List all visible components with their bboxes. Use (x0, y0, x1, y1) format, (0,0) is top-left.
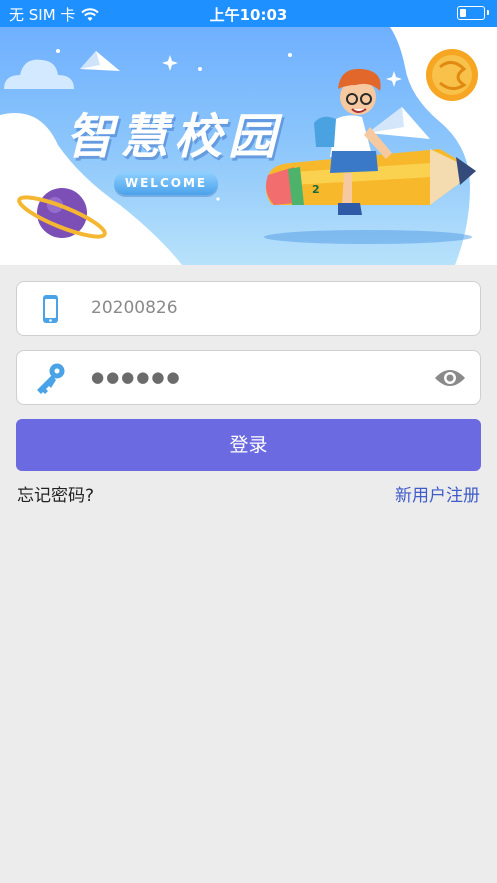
svg-text:2: 2 (312, 183, 320, 196)
account-input[interactable]: 20200826 (91, 282, 178, 335)
password-input[interactable]: ●●●●●● (91, 351, 182, 404)
status-time: 上午10:03 (209, 6, 288, 24)
key-icon (37, 363, 65, 394)
register-link[interactable]: 新用户注册 (395, 481, 480, 506)
password-field[interactable]: ●●●●●● (16, 350, 481, 405)
phone-icon (43, 295, 58, 323)
account-field[interactable]: 20200826 (16, 281, 481, 336)
welcome-banner: 2 智慧校园 WELCOME (0, 27, 497, 265)
login-button[interactable]: 登录 (16, 419, 481, 471)
forgot-password-link[interactable]: 忘记密码? (17, 481, 94, 506)
eye-icon[interactable] (434, 365, 466, 391)
banner-title: 智慧校园 (66, 109, 283, 165)
battery-icon (457, 6, 489, 20)
welcome-badge: WELCOME (114, 172, 218, 195)
status-bar: 无 SIM 卡 上午10:03 (0, 0, 497, 27)
